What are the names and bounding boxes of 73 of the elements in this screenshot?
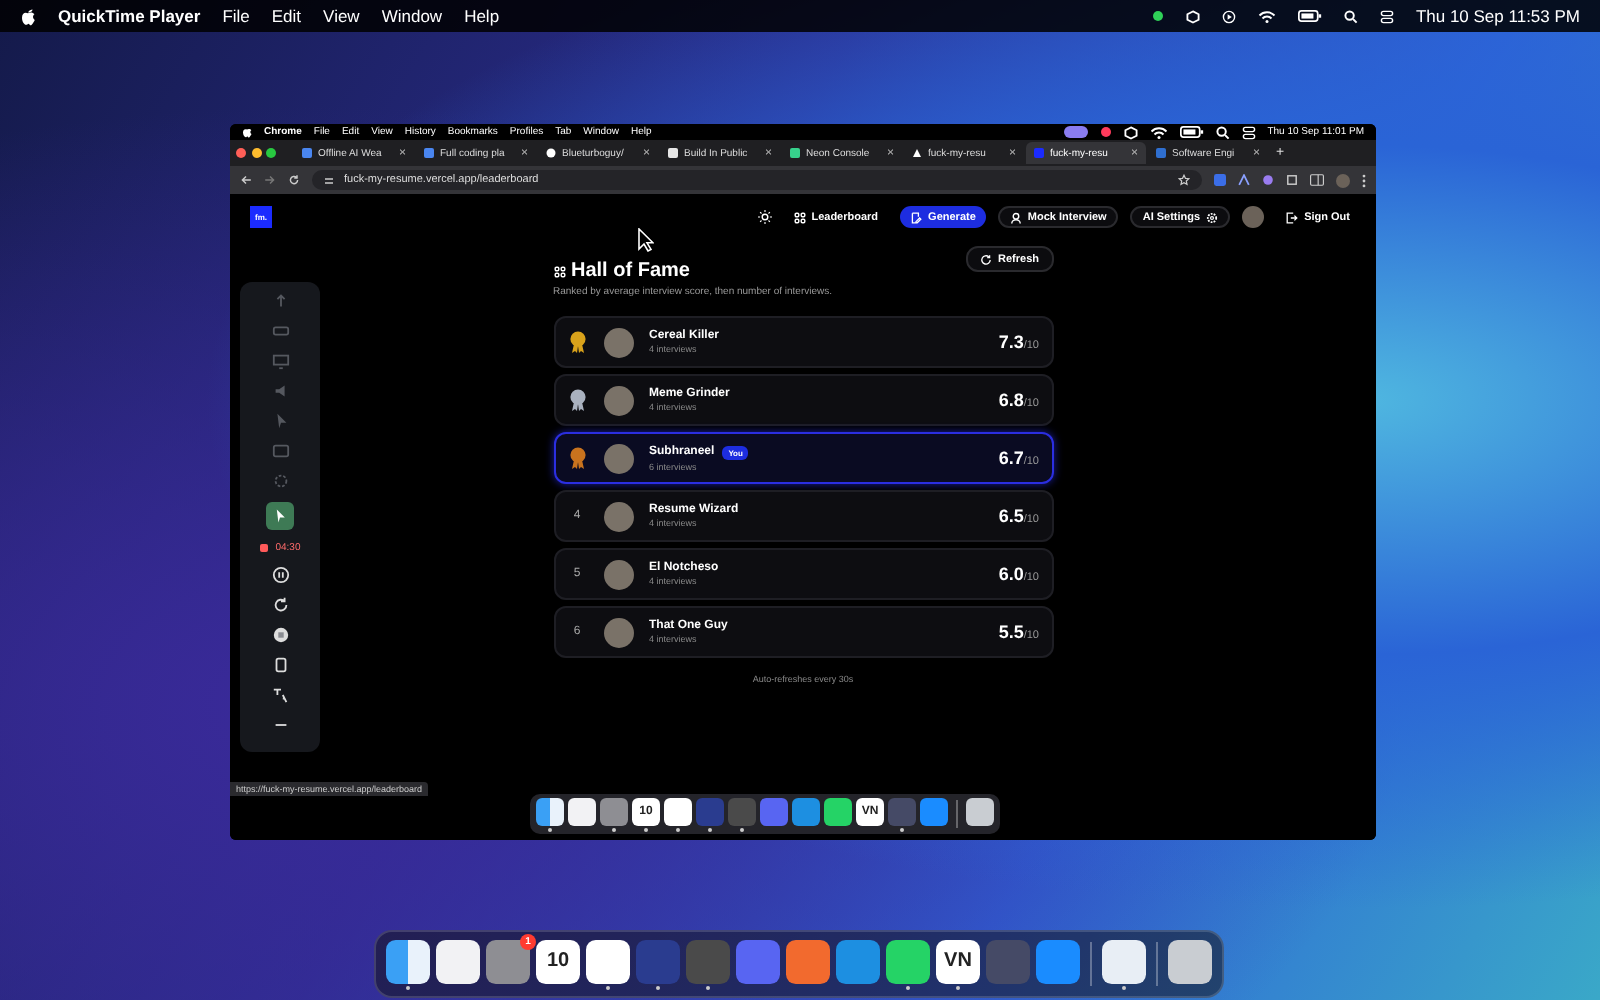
menu-item[interactable]: Edit [271,6,302,26]
avatar-placeholder [603,617,633,647]
close-button[interactable] [236,148,246,158]
battery-icon[interactable] [1297,10,1322,22]
apple-logo-icon[interactable] [242,126,252,138]
clipboard-control-icon[interactable] [271,656,289,674]
menu-item[interactable]: Window [381,6,443,26]
record-indicator-icon [259,544,268,552]
sidebar-icon[interactable] [1310,174,1324,186]
clock[interactable]: Thu 10 Sep 11:53 PM [1415,6,1580,26]
square-icon [1156,148,1166,158]
app-menu[interactable]: QuickTime Player [58,6,201,26]
wifi-icon[interactable] [1149,125,1168,139]
exit-icon [1286,211,1299,223]
captions-tool-icon[interactable] [271,442,289,460]
cube-icon[interactable] [1185,9,1200,23]
pointer-cursor-icon [638,228,654,252]
grid-icon [553,265,565,277]
battery-icon[interactable] [1179,126,1204,138]
document-icon [424,148,434,158]
cube-icon[interactable] [1123,125,1138,139]
toggles-icon[interactable] [1241,125,1256,139]
avatar-placeholder [603,559,633,589]
forward-icon[interactable] [264,174,276,186]
refresh-icon [980,253,993,265]
status-dot-icon[interactable] [1099,126,1112,138]
sun-icon[interactable] [757,210,772,224]
search-icon[interactable] [1215,125,1230,139]
calendar-app-icon[interactable]: 10 [536,939,580,983]
upload-tool-icon[interactable] [271,292,289,310]
user-avatar[interactable] [1242,206,1265,228]
menu-item[interactable]: Help [464,6,500,26]
logo-icon [1034,148,1044,158]
monitor-tool-icon[interactable] [271,352,289,370]
vn-app-icon[interactable]: VN [936,939,980,983]
settings-icon [1206,211,1219,223]
toggles-icon[interactable] [1379,9,1394,23]
minimize-button[interactable] [251,148,261,158]
document-icon [302,148,312,158]
menu-item[interactable]: File [222,6,250,26]
pointer-tool-icon[interactable] [266,502,294,530]
triangle-icon [912,148,922,158]
back-icon[interactable] [240,174,252,186]
puzzle-icon[interactable] [1286,174,1298,186]
play-icon[interactable] [1221,9,1236,23]
speaker-tool-icon[interactable] [271,382,289,400]
translate-control-icon[interactable] [271,686,289,704]
status-dot-icon[interactable] [1151,10,1164,22]
search-icon[interactable] [1343,9,1358,23]
document-pen-icon [910,211,923,223]
avatar-placeholder [603,501,633,531]
wifi-icon[interactable] [1257,9,1276,23]
square-icon [790,148,800,158]
menu-item[interactable]: View [323,6,360,26]
site-settings-icon[interactable] [324,175,334,185]
grid-icon [793,211,806,223]
pause-control-icon[interactable] [271,566,289,584]
cards-tool-icon[interactable] [271,322,289,340]
page-title: Hall of Fame [571,260,690,282]
avatar-placeholder [603,327,633,357]
avatar-placeholder [603,385,633,415]
screen-icon[interactable] [1063,126,1088,138]
restart-control-icon[interactable] [271,596,289,614]
zoom-button[interactable] [266,148,276,158]
square-icon [668,148,678,158]
star-icon[interactable] [1178,174,1190,186]
avatar-placeholder [603,443,633,473]
person-icon [1009,211,1022,223]
gear-tool-icon[interactable] [271,472,289,490]
reload-icon[interactable] [288,174,300,186]
circle-icon [546,148,556,158]
apple-logo-icon[interactable] [20,7,36,25]
stop-control-icon[interactable] [271,626,289,644]
